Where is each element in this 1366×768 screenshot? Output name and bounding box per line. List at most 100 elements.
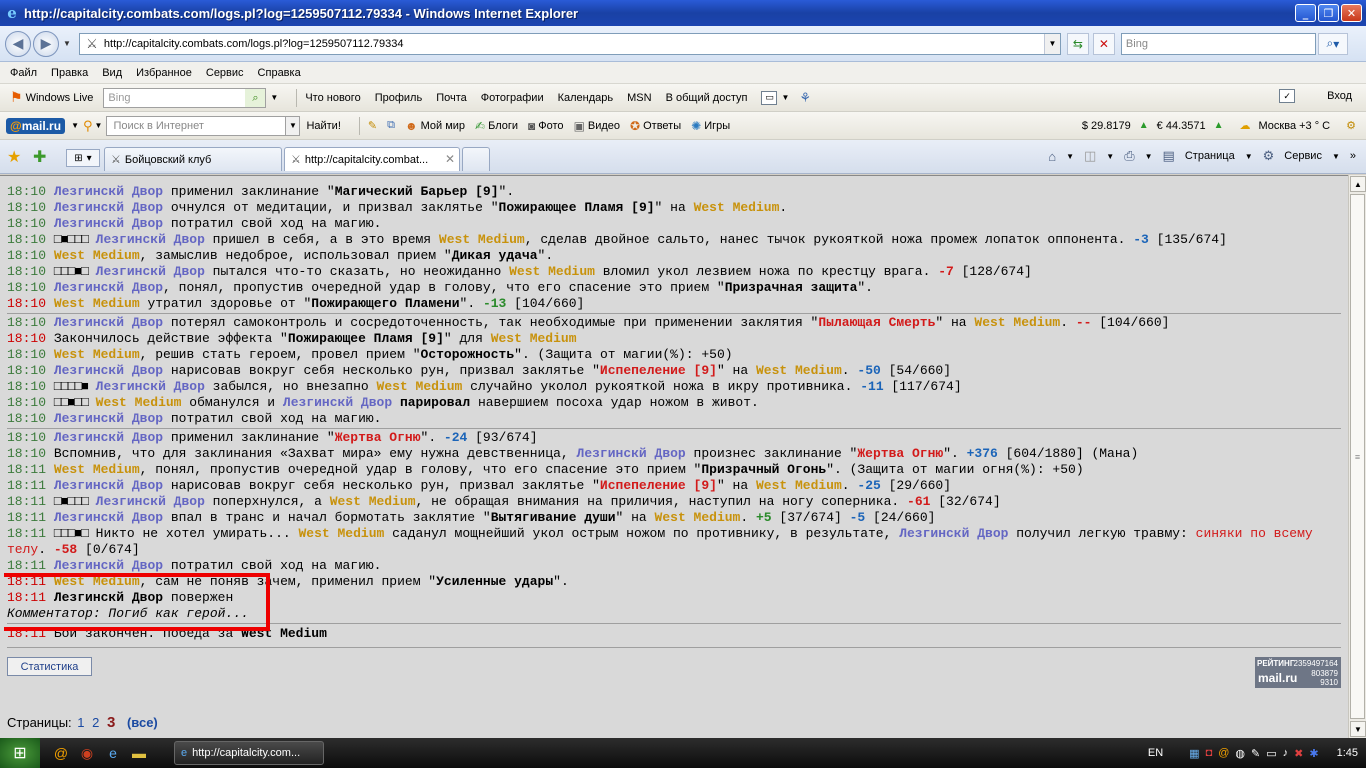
messenger-icon[interactable]: ⚘: [799, 90, 811, 106]
player-link[interactable]: West Medium: [54, 296, 140, 311]
menu-favorites[interactable]: Избранное: [136, 67, 192, 79]
language-indicator[interactable]: EN: [1148, 747, 1163, 759]
player-link[interactable]: West Medium: [54, 347, 140, 362]
search-button[interactable]: ⌕ ▾: [1317, 32, 1348, 55]
volume-icon[interactable]: ♪: [1283, 747, 1289, 759]
statistics-button[interactable]: Статистика: [7, 657, 92, 676]
link-mail[interactable]: Почта: [436, 92, 467, 104]
internet-search-input[interactable]: Поиск в Интернет: [106, 115, 287, 136]
browser-icon[interactable]: ◉: [78, 745, 96, 762]
video-button[interactable]: ▣ Видео: [574, 119, 620, 133]
tab-fight-club[interactable]: ⚔ Бойцовский клуб: [104, 147, 282, 171]
feeds-dropdown[interactable]: ▼: [1106, 152, 1114, 161]
link-msn[interactable]: MSN: [627, 92, 651, 104]
vertical-scrollbar[interactable]: ▲ ≡ ▼: [1348, 175, 1366, 738]
screenshot-icon[interactable]: ⧉: [387, 119, 395, 132]
new-tab-button[interactable]: [462, 147, 490, 171]
player-link[interactable]: West Medium: [96, 395, 182, 410]
menu-help[interactable]: Справка: [258, 67, 301, 79]
forward-button[interactable]: ▶: [33, 30, 59, 57]
photo-button[interactable]: ◙ Фото: [528, 119, 564, 133]
player-link[interactable]: Лезгинскй Двор: [54, 315, 163, 330]
player-link[interactable]: West Medium: [756, 478, 842, 493]
player-link[interactable]: Лезгинскй Двор: [54, 363, 163, 378]
player-link[interactable]: West Medium: [756, 363, 842, 378]
link-photos[interactable]: Фотографии: [481, 92, 544, 104]
settings-gear-icon[interactable]: ⚙: [1346, 119, 1356, 132]
pencil-icon[interactable]: ✎: [368, 119, 377, 132]
player-link[interactable]: Лезгинскй Двор: [54, 411, 163, 426]
player-link[interactable]: West Medium: [655, 510, 741, 525]
tray-app-icon[interactable]: ◍: [1235, 747, 1245, 760]
mailru-dropdown[interactable]: ▼: [71, 121, 79, 130]
player-link[interactable]: West Medium: [54, 248, 140, 263]
player-link[interactable]: Лезгинскй Двор: [54, 478, 163, 493]
network-icon[interactable]: ▦: [1189, 747, 1199, 760]
window-icon[interactable]: ▭: [761, 90, 778, 105]
service-dropdown[interactable]: ▼: [1332, 152, 1340, 161]
windows-live-search-input[interactable]: Bing ⌕: [103, 87, 267, 108]
player-link[interactable]: West Medium: [298, 526, 384, 541]
player-link[interactable]: West Medium: [974, 315, 1060, 330]
close-tab-icon[interactable]: ✕: [445, 152, 455, 166]
player-link[interactable]: Лезгинскй Двор: [54, 280, 163, 295]
print-dropdown[interactable]: ▼: [1145, 152, 1153, 161]
link-whats-new[interactable]: Что нового: [305, 92, 360, 104]
player-link[interactable]: Лезгинскй Двор: [96, 232, 205, 247]
player-link[interactable]: Лезгинскй Двор: [899, 526, 1008, 541]
player-link[interactable]: West Medium: [491, 331, 577, 346]
page-link-all[interactable]: (все): [127, 715, 158, 730]
page-dropdown[interactable]: ▼: [1245, 152, 1253, 161]
player-link[interactable]: Лезгинскй Двор: [577, 446, 686, 461]
blogs-button[interactable]: ✍ Блоги: [475, 119, 518, 133]
link-share[interactable]: В общий доступ: [666, 92, 748, 104]
player-link[interactable]: Лезгинскй Двор: [96, 494, 205, 509]
home-dropdown[interactable]: ▼: [1066, 152, 1074, 161]
player-link[interactable]: Лезгинскй Двор: [54, 216, 163, 231]
add-favorite-icon[interactable]: ✚: [33, 147, 46, 167]
home-icon[interactable]: ⌂: [1048, 149, 1056, 164]
search-engine-dropdown[interactable]: ▼: [95, 121, 103, 130]
windows-live-search-button[interactable]: ⌕: [245, 88, 266, 107]
menu-view[interactable]: Вид: [102, 67, 122, 79]
taskbar-ie-window[interactable]: e http://capitalcity.com...: [174, 741, 324, 765]
player-link[interactable]: West Medium: [377, 379, 463, 394]
find-button[interactable]: Найти!: [306, 120, 340, 132]
page-link-2[interactable]: 2: [92, 715, 99, 730]
minimize-button[interactable]: _: [1295, 4, 1316, 22]
player-link[interactable]: Лезгинскй Двор: [54, 558, 163, 573]
back-button[interactable]: ◀: [5, 30, 31, 57]
player-link[interactable]: West Medium: [439, 232, 525, 247]
games-button[interactable]: ✺ Игры: [691, 119, 730, 133]
mailru-rating-counter[interactable]: РЕЙТИНГ 2359497164 803879 9310 mail.ru: [1255, 657, 1341, 688]
tray-edit-icon[interactable]: ✎: [1251, 747, 1260, 760]
player-link[interactable]: West Medium: [330, 494, 416, 509]
windows-live-search-dropdown[interactable]: ▼: [270, 93, 278, 102]
clock[interactable]: 1:45: [1337, 747, 1358, 759]
answers-button[interactable]: ✪ Ответы: [630, 119, 681, 133]
scroll-thumb[interactable]: ≡: [1350, 194, 1365, 719]
maximize-button[interactable]: ❐: [1318, 4, 1339, 22]
player-link[interactable]: Лезгинскй Двор: [54, 184, 163, 199]
mail-tray-icon[interactable]: @: [1218, 747, 1229, 759]
windows-live-brand[interactable]: ⚑ Windows Live: [10, 89, 93, 106]
menu-file[interactable]: Файл: [10, 67, 37, 79]
antivirus-icon[interactable]: ◘: [1206, 747, 1213, 759]
search-engine-icon[interactable]: ⚲: [83, 118, 93, 134]
mail-agent-icon[interactable]: @: [52, 745, 70, 762]
menu-tools[interactable]: Сервис: [206, 67, 244, 79]
feeds-icon[interactable]: ◫: [1084, 148, 1096, 164]
shield-icon[interactable]: ✖: [1294, 747, 1303, 760]
scroll-down-button[interactable]: ▼: [1350, 721, 1366, 737]
player-link[interactable]: West Medium: [54, 462, 140, 477]
player-link[interactable]: Лезгинскй Двор: [96, 379, 205, 394]
print-icon[interactable]: ⎙: [1124, 148, 1134, 164]
player-link[interactable]: West Medium: [694, 200, 780, 215]
chevron-more-icon[interactable]: »: [1350, 150, 1356, 162]
explorer-icon[interactable]: ▬: [130, 745, 148, 762]
checkmark-icon[interactable]: ✓: [1279, 89, 1296, 103]
page-menu[interactable]: Страница: [1185, 150, 1235, 162]
bing-search-input[interactable]: Bing: [1120, 32, 1316, 55]
history-dropdown-button[interactable]: ▼: [63, 39, 71, 48]
window-dropdown[interactable]: ▼: [781, 93, 789, 102]
